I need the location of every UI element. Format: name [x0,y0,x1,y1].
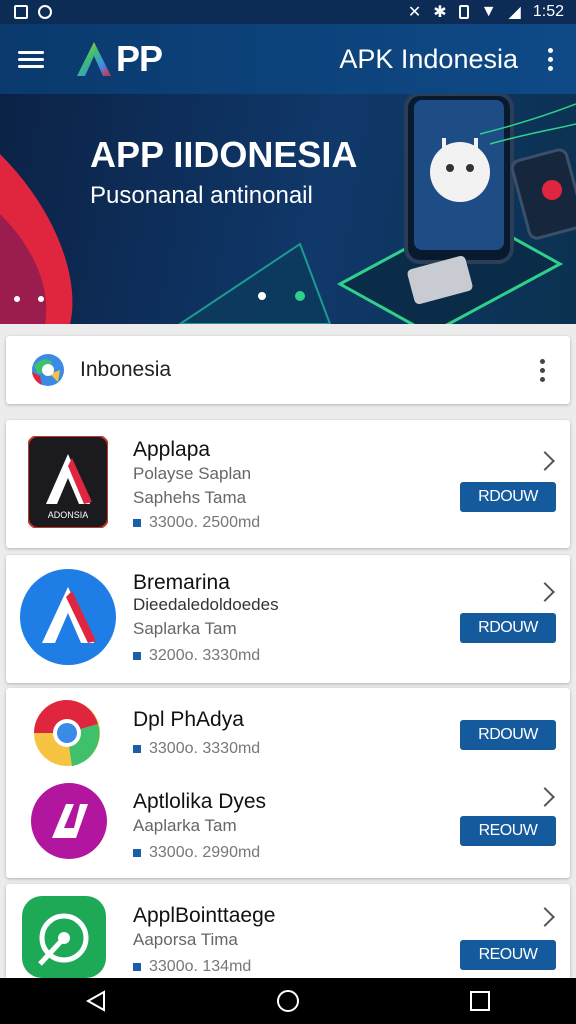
app-meta-text: 3300o. 2990md [149,844,261,861]
more-vert-icon[interactable] [540,47,560,71]
download-button[interactable]: RDOUW [460,720,556,750]
image-notification-icon [14,5,28,19]
app-card[interactable]: ADONSIA Applapa Polayse Saplan Saphehs T… [6,420,570,548]
app-meta: 3300o. 2500md [133,514,260,532]
app-card[interactable]: ApplBointtaege Aaporsa Tima 3300o. 134md… [6,884,570,978]
section-header-card[interactable]: Inbonesia [6,336,570,404]
banner-title: APP IIDONESIA [90,134,358,175]
app-developer: Saplarka Tam [133,619,237,638]
system-nav-bar [0,978,576,1024]
banner-pagination [14,296,44,302]
app-bar: PP APK Indonesia [0,24,576,94]
sync-notification-icon [38,5,52,19]
download-button[interactable]: RDOUW [460,613,556,643]
app-card-group: Dpl PhAdya 3300o. 3330md RDOUW Aptlolika… [6,688,570,878]
section-title: Inbonesia [80,358,172,381]
app-subtitle: Polayse Saplan [133,464,252,483]
app-icon: ADONSIA [28,436,108,528]
app-icon-label: ADONSIA [48,510,89,520]
app-meta-text: 3200o. 3330md [149,647,261,664]
chevron-right-icon[interactable] [535,907,555,927]
app-meta: 3300o. 134md [133,958,251,976]
app-icon [22,896,106,978]
app-meta: 3300o. 3330md [133,740,260,758]
status-time: 1:52 [532,3,564,20]
app-name: Bremarina [133,571,230,594]
logo-a-icon [77,42,111,76]
download-button[interactable]: RDOUW [460,482,556,512]
home-icon[interactable] [268,981,308,1021]
banner-subtitle: Pusonanal antinonail [90,182,313,209]
app-icon [20,569,116,665]
chevron-right-icon[interactable] [535,582,555,602]
vibrate-icon [458,5,469,19]
app-developer: Aaporsa Tima [133,930,238,949]
app-meta-text: 3300o. 2500md [149,514,261,531]
mute-icon: ✕ [407,4,422,21]
app-developer: Aaplarka Tam [133,816,237,835]
menu-icon[interactable] [18,47,44,72]
chevron-right-icon[interactable] [535,451,555,471]
globe-icon [32,354,64,386]
logo-text: PP [116,38,163,79]
download-button[interactable]: REOUW [460,816,556,846]
app-card[interactable]: Bremarina Dieedaledoldoedes Saplarka Tam… [6,555,570,683]
recents-icon[interactable] [460,981,500,1021]
promo-banner[interactable]: APP IIDONESIA Pusonanal antinonail [0,94,576,324]
signal-icon: ◢ [508,4,521,21]
back-icon[interactable] [76,981,116,1021]
app-meta: 3200o. 3330md [133,647,260,665]
app-meta: 3300o. 2990md [133,844,260,862]
app-meta-text: 3300o. 3330md [149,740,261,757]
app-name: Dpl PhAdya [133,708,244,731]
app-logo: PP [74,38,163,80]
app-name: ApplBointtaege [133,904,276,927]
app-subtitle: Dieedaledoldoedes [133,595,279,614]
app-developer: Saphehs Tama [133,488,247,507]
app-icon [31,783,107,859]
chevron-right-icon[interactable] [535,787,555,807]
app-bar-title: APK Indonesia [339,43,518,74]
section-more-vert-icon[interactable] [532,358,552,382]
app-meta-text: 3300o. 134md [149,958,252,975]
status-bar: ✕ ✱ ▼ ◢ 1:52 [0,0,576,24]
download-button[interactable]: REOUW [460,940,556,970]
wifi-icon: ▼ [480,3,497,20]
app-name: Aptlolika Dyes [133,790,267,813]
bluetooth-icon: ✱ [433,4,447,21]
app-name: Applapa [133,438,211,461]
app-icon [34,700,100,766]
